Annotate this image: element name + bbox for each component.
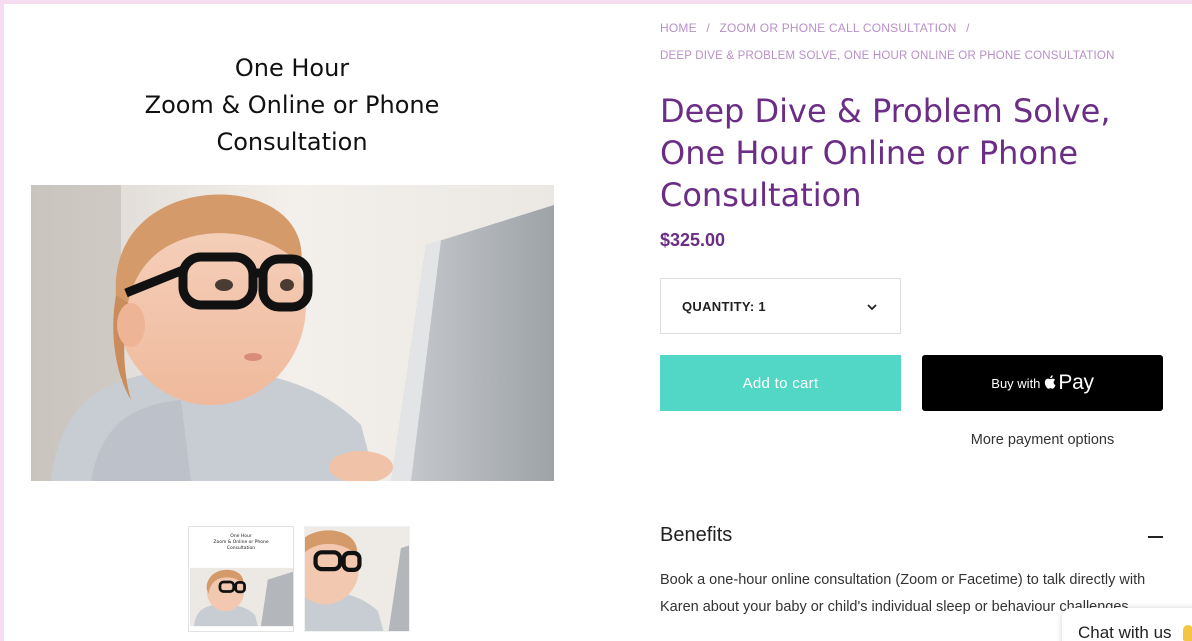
hero-title-line-2: Zoom & Online or Phone [144, 91, 440, 119]
breadcrumb: HOME / ZOOM OR PHONE CALL CONSULTATION /… [660, 18, 1180, 65]
add-to-cart-button[interactable]: Add to cart [660, 355, 901, 411]
thumbnail-1[interactable]: One Hour Zoom & Online or Phone Consulta… [188, 526, 294, 632]
hero-image-title: One Hour Zoom & Online or Phone Consulta… [142, 50, 442, 161]
hero-title-line-3: Consultation [216, 128, 368, 156]
thumbnail-2[interactable] [304, 526, 410, 632]
product-price: $325.00 [660, 230, 726, 250]
breadcrumb-current: DEEP DIVE & PROBLEM SOLVE, ONE HOUR ONLI… [660, 50, 1115, 62]
wave-hand-icon [1183, 625, 1192, 641]
breadcrumb-separator: / [706, 21, 710, 35]
pay-label: Pay [1058, 371, 1094, 394]
chat-widget-button[interactable]: Chat with us [1062, 608, 1192, 641]
child-with-glasses-photo [31, 185, 554, 481]
quantity-select[interactable]: QUANTITY: 1 [660, 278, 901, 334]
hero-title-line-1: One Hour [234, 54, 350, 82]
thumbnail-1-photo [190, 563, 293, 631]
chevron-down-icon [867, 304, 877, 311]
apple-pay-button[interactable]: Buy with Pay [922, 355, 1163, 411]
thumbnail-title: One Hour Zoom & Online or Phone Consulta… [189, 534, 293, 552]
product-page: One Hour Zoom & Online or Phone Consulta… [4, 4, 1192, 641]
main-product-image[interactable] [31, 185, 554, 481]
benefits-heading[interactable]: Benefits [660, 524, 732, 547]
apple-icon [1045, 374, 1056, 389]
more-payment-options-link[interactable]: More payment options [922, 432, 1163, 448]
thumbnail-2-photo [305, 527, 409, 631]
quantity-label: QUANTITY: 1 [682, 299, 766, 314]
breadcrumb-category-link[interactable]: ZOOM OR PHONE CALL CONSULTATION [719, 21, 956, 35]
breadcrumb-home-link[interactable]: HOME [660, 21, 697, 35]
product-title: Deep Dive & Problem Solve, One Hour Onli… [660, 92, 1111, 214]
breadcrumb-separator: / [966, 21, 970, 35]
thumbnail-title-line-3: Consultation [226, 546, 256, 551]
chat-label: Chat with us [1078, 623, 1172, 641]
collapse-minus-icon[interactable] [1148, 536, 1163, 538]
buy-with-label: Buy with [991, 375, 1041, 391]
